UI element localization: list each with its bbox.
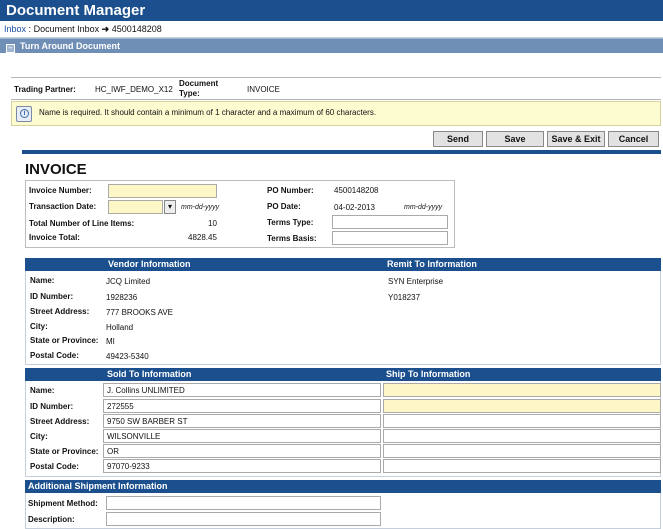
shipto-postal-input[interactable] <box>383 459 661 473</box>
save-exit-button[interactable]: Save & Exit <box>547 131 605 147</box>
shipto-name-input[interactable] <box>383 383 661 397</box>
remit-name-value: SYN Enterprise <box>388 277 444 286</box>
remit-id-value: Y018237 <box>388 293 421 302</box>
vendor-name-label: Name: <box>30 276 55 285</box>
soldto-state-input[interactable]: OR <box>103 444 381 458</box>
ship-to-information-header: Ship To Information <box>386 369 471 379</box>
vendor-postal-label: Postal Code: <box>30 351 79 360</box>
vendor-information-header: Vendor Information <box>108 259 191 269</box>
breadcrumb-document-number: 4500148208 <box>111 24 162 34</box>
invoice-title: INVOICE <box>25 161 87 178</box>
sold-to-information-header: Sold To Information <box>107 369 192 379</box>
invoice-number-input[interactable] <box>108 184 217 198</box>
invoice-number-label: Invoice Number: <box>29 186 92 195</box>
vendor-remit-header: Vendor Information Remit To Information <box>25 258 661 271</box>
soldto-street-input[interactable]: 9750 SW BARBER ST <box>103 414 381 428</box>
trading-partner-strip: Trading Partner: HC_IWF_DEMO_X12 Documen… <box>11 77 661 100</box>
soldto-city-label: City: <box>30 432 48 441</box>
send-button[interactable]: Send <box>433 131 483 147</box>
soldto-postal-label: Postal Code: <box>30 462 79 471</box>
document-type-label-2: Type: <box>179 89 200 98</box>
collapse-icon[interactable]: – <box>6 44 15 53</box>
breadcrumb-inbox-link[interactable]: Inbox <box>4 24 26 34</box>
remit-to-information-header: Remit To Information <box>387 259 477 269</box>
validation-message: Name is required. It should contain a mi… <box>11 101 661 126</box>
document-type-label: Document <box>179 79 219 88</box>
shipto-city-input[interactable] <box>383 429 661 443</box>
terms-type-input[interactable] <box>332 215 448 229</box>
shipto-street-input[interactable] <box>383 414 661 428</box>
shipto-state-input[interactable] <box>383 444 661 458</box>
description-input[interactable] <box>106 512 381 526</box>
vendor-street-label: Street Address: <box>30 307 90 316</box>
calendar-icon[interactable]: ▾ <box>164 200 176 214</box>
vendor-name-value: JCQ Limited <box>106 277 151 286</box>
breadcrumb-separator: : <box>28 24 32 34</box>
soldto-city-input[interactable]: WILSONVILLE <box>103 429 381 443</box>
po-date-format: mm-dd-yyyy <box>404 204 443 211</box>
vendor-city-value: Holland <box>106 323 134 332</box>
vendor-id-label: ID Number: <box>30 292 74 301</box>
soldto-name-label: Name: <box>30 386 55 395</box>
vendor-state-label: State or Province: <box>30 336 99 345</box>
arrow-right-icon: ➜ <box>101 24 110 34</box>
po-date-value: 04-02-2013 <box>334 203 375 212</box>
shipment-method-input[interactable] <box>106 496 381 510</box>
form-top-rule <box>22 150 661 154</box>
po-number-value: 4500148208 <box>334 186 379 195</box>
vendor-id-value: 1928236 <box>106 293 138 302</box>
app-title: Document Manager <box>6 2 146 19</box>
document-type-value: INVOICE <box>247 85 280 94</box>
transaction-date-input[interactable] <box>108 200 163 214</box>
total-line-items-label: Total Number of Line Items: <box>29 219 135 228</box>
total-line-items-value: 10 <box>208 219 217 228</box>
vendor-city-label: City: <box>30 322 48 331</box>
validation-message-text: Name is required. It should contain a mi… <box>39 108 377 117</box>
additional-shipment-title: Additional Shipment Information <box>28 481 168 491</box>
terms-basis-input[interactable] <box>332 231 448 245</box>
soldto-id-input[interactable]: 272555 <box>103 399 381 413</box>
soldto-postal-input[interactable]: 97070-9233 <box>103 459 381 473</box>
description-label: Description: <box>28 515 75 524</box>
app-title-bar: Document Manager <box>0 0 663 21</box>
trading-partner-value: HC_IWF_DEMO_X12 <box>95 85 173 94</box>
vendor-state-value: MI <box>106 337 115 346</box>
shipment-method-label: Shipment Method: <box>28 499 98 508</box>
additional-shipment-header: Additional Shipment Information <box>25 480 661 493</box>
po-number-label: PO Number: <box>267 186 314 195</box>
transaction-date-label: Transaction Date: <box>29 202 97 211</box>
save-button[interactable]: Save <box>486 131 544 147</box>
soldto-street-label: Street Address: <box>30 417 90 426</box>
vendor-street-value: 777 BROOKS AVE <box>106 308 173 317</box>
breadcrumb: Inbox : Document Inbox ➜ 4500148208 <box>0 21 663 38</box>
soldto-shipto-header: Sold To Information Ship To Information <box>25 368 661 381</box>
transaction-date-format: mm-dd-yyyy <box>181 204 220 211</box>
soldto-state-label: State or Province: <box>30 447 99 456</box>
shipto-id-input[interactable] <box>383 399 661 413</box>
terms-basis-label: Terms Basis: <box>267 234 317 243</box>
cancel-button[interactable]: Cancel <box>608 131 659 147</box>
invoice-total-label: Invoice Total: <box>29 233 80 242</box>
section-title: Turn Around Document <box>20 41 120 51</box>
info-glyph: i <box>20 109 29 118</box>
section-header[interactable]: – Turn Around Document <box>0 38 663 53</box>
info-icon: i <box>16 106 32 122</box>
soldto-id-label: ID Number: <box>30 402 74 411</box>
vendor-postal-value: 49423-5340 <box>106 352 149 361</box>
breadcrumb-document-inbox: Document Inbox <box>33 24 100 34</box>
trading-partner-label: Trading Partner: <box>14 85 76 94</box>
invoice-total-value: 4828.45 <box>188 233 217 242</box>
soldto-name-input[interactable]: J. Collins UNLIMITED <box>103 383 381 397</box>
terms-type-label: Terms Type: <box>267 218 314 227</box>
po-date-label: PO Date: <box>267 202 301 211</box>
